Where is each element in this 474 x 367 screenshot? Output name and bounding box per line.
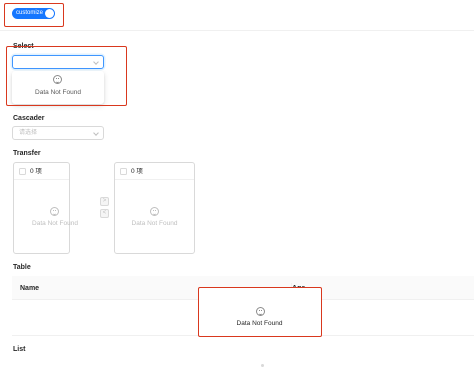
divider (0, 30, 474, 31)
transfer-to-right-button[interactable]: > (100, 197, 109, 206)
table-section-title: Table (13, 264, 31, 271)
transfer-target-select-all-checkbox[interactable] (120, 168, 127, 175)
chevron-right-icon: > (102, 198, 107, 204)
transfer-source-select-all-checkbox[interactable] (19, 168, 26, 175)
select-empty-text: Data Not Found (35, 89, 81, 96)
chevron-down-icon (93, 130, 99, 136)
customize-switch[interactable]: customize (12, 8, 55, 19)
chevron-down-icon (93, 59, 99, 65)
cascader-placeholder: 请选择 (19, 130, 38, 136)
transfer-target-empty-text: Data Not Found (131, 220, 178, 227)
table-header: Name Age (12, 276, 474, 300)
transfer-source-header: 0 项 (14, 163, 69, 180)
cascader-section-title: Cascader (13, 115, 45, 122)
transfer-target-list: 0 项 Data Not Found (114, 162, 195, 254)
transfer-source-empty-text: Data Not Found (32, 220, 78, 227)
transfer-target-count: 0 项 (131, 168, 143, 175)
table-header-name: Name (20, 285, 40, 292)
switch-knob (45, 9, 54, 18)
empty-smile-icon (150, 207, 159, 216)
switch-label: customize (16, 10, 44, 16)
empty-smile-icon (50, 207, 59, 216)
transfer-to-left-button[interactable]: < (100, 209, 109, 218)
select-dropdown: Data Not Found (12, 71, 104, 104)
transfer-source-count: 0 项 (30, 168, 42, 175)
cascader-input[interactable]: 请选择 (12, 126, 104, 140)
list-section-title: List (13, 346, 26, 353)
table-header-age: Age (292, 285, 306, 292)
transfer-target-header: 0 项 (115, 163, 194, 180)
chevron-left-icon: < (102, 210, 107, 216)
select-input[interactable] (12, 55, 104, 69)
table-body (12, 300, 474, 336)
select-section-title: Select (13, 43, 34, 50)
empty-smile-icon (53, 75, 62, 84)
transfer-source-list: 0 项 Data Not Found (13, 162, 78, 254)
transfer-section-title: Transfer (13, 150, 41, 157)
